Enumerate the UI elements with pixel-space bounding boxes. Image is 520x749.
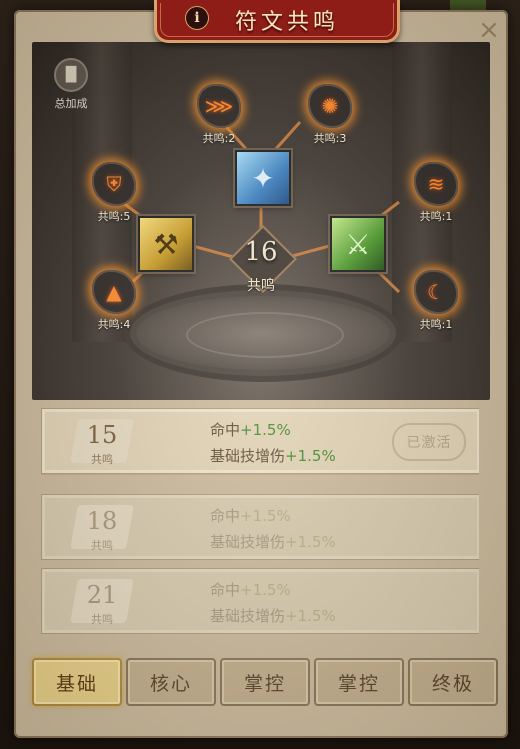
gold-rune-icon[interactable]: ⚒ — [138, 216, 194, 272]
tier-threshold-label: 共鸣 — [91, 453, 113, 466]
shield-icon: ⛨ — [106, 172, 122, 196]
rune-resonance-panel: i 符文共鸣 × ▐▌ 总加成 ⋙ 共鸣:2 ✺ 共鸣:3 ⛨ 共鸣:5 ≋ 共… — [14, 0, 508, 738]
node-label: 共鸣:5 — [97, 210, 131, 223]
node-label: 共鸣:2 — [202, 132, 236, 145]
tier-bonus-2: 基础技增伤+1.5% — [210, 445, 336, 466]
tier-bonus-1-text: 命中 — [210, 507, 241, 525]
node-label: 共鸣:3 — [313, 132, 347, 145]
tier-bonus-1-text: 命中 — [210, 421, 241, 439]
green-rune-icon[interactable]: ⚔ — [330, 216, 386, 272]
resonance-scene: ▐▌ 总加成 ⋙ 共鸣:2 ✺ 共鸣:3 ⛨ 共鸣:5 ≋ 共鸣:1 ▲ 共鸣:… — [32, 42, 490, 400]
resonance-node-swirl[interactable]: ✺ 共鸣:3 — [300, 84, 360, 146]
blue-rune-icon[interactable]: ✦ — [235, 150, 291, 206]
tier-bonus-1: 命中+1.5% — [210, 505, 291, 526]
tier-bonus-2: 基础技增伤+1.5% — [210, 531, 336, 552]
flame-icon: ▲ — [106, 280, 122, 304]
crescent-icon: ☾ — [427, 280, 445, 304]
tier-bonus-1-value: +1.5% — [240, 581, 291, 599]
title-banner: i 符文共鸣 — [154, 0, 400, 43]
tier-badge: 18 共鸣 — [52, 499, 152, 555]
tab-ultimate[interactable]: 终极 — [408, 658, 498, 706]
tier-bonus-2: 基础技增伤+1.5% — [210, 605, 336, 626]
resonance-node-flame[interactable]: ▲ 共鸣:4 — [84, 270, 144, 332]
panel-title: 符文共鸣 — [234, 10, 339, 35]
category-tabs: 基础 核心 掌控 掌控 终极 — [32, 656, 498, 706]
tier-threshold-label: 共鸣 — [91, 539, 113, 552]
bars-icon: ▐▌ — [54, 58, 88, 92]
tier-threshold: 21 — [86, 581, 118, 609]
core-resonance-value: 16 — [244, 237, 278, 267]
tier-row: 15 共鸣 命中+1.5% 基础技增伤+1.5% 已激活 — [41, 408, 479, 474]
resonance-core: 16 共鸣 — [228, 225, 297, 299]
tier-bonus-2-value: +1.5% — [285, 533, 336, 551]
tier-bonus-1: 命中+1.5% — [210, 579, 291, 600]
activated-stamp: 已激活 — [392, 423, 466, 461]
slash-icon: ≋ — [427, 172, 445, 196]
tier-badge: 21 共鸣 — [52, 573, 152, 629]
link-line — [273, 121, 302, 151]
total-bonus-label: 总加成 — [54, 97, 88, 110]
resonance-node-crescent[interactable]: ☾ 共鸣:1 — [406, 270, 466, 332]
tier-bonus-2-text: 基础技增伤 — [210, 607, 286, 625]
resonance-node-shield[interactable]: ⛨ 共鸣:5 — [84, 162, 144, 224]
tier-bonus-2-value: +1.5% — [285, 447, 336, 465]
close-icon[interactable]: × — [478, 17, 500, 43]
node-label: 共鸣:4 — [97, 318, 131, 331]
tier-bonus-1: 命中+1.5% — [210, 419, 291, 440]
info-icon[interactable]: i — [185, 6, 209, 30]
tab-control-2[interactable]: 掌控 — [314, 658, 404, 706]
tier-row: 18 共鸣 命中+1.5% 基础技增伤+1.5% — [41, 494, 479, 560]
tier-bonus-1-value: +1.5% — [240, 507, 291, 525]
tier-row: 21 共鸣 命中+1.5% 基础技增伤+1.5% — [41, 568, 479, 634]
node-label: 共鸣:1 — [419, 318, 453, 331]
tier-list[interactable]: 15 共鸣 命中+1.5% 基础技增伤+1.5% 已激活 18 共鸣 命中+1.… — [41, 408, 479, 646]
tab-core[interactable]: 核心 — [126, 658, 216, 706]
claw-icon: ⋙ — [204, 94, 234, 118]
tier-bonus-2-text: 基础技增伤 — [210, 533, 286, 551]
total-bonus-button[interactable]: ▐▌ 总加成 — [46, 58, 96, 111]
tier-threshold: 15 — [86, 421, 118, 449]
tab-control-1[interactable]: 掌控 — [220, 658, 310, 706]
resonance-node-claw[interactable]: ⋙ 共鸣:2 — [189, 84, 249, 146]
tier-badge: 15 共鸣 — [52, 413, 152, 469]
tier-bonus-1-text: 命中 — [210, 581, 241, 599]
tab-basic[interactable]: 基础 — [32, 658, 122, 706]
tier-bonus-1-value: +1.5% — [240, 421, 291, 439]
resonance-node-slash[interactable]: ≋ 共鸣:1 — [406, 162, 466, 224]
tier-threshold: 18 — [86, 507, 118, 535]
node-label: 共鸣:1 — [419, 210, 453, 223]
tier-bonus-2-value: +1.5% — [285, 607, 336, 625]
tier-threshold-label: 共鸣 — [91, 613, 113, 626]
tier-bonus-2-text: 基础技增伤 — [210, 447, 286, 465]
swirl-icon: ✺ — [321, 94, 339, 118]
core-resonance-label: 共鸣 — [247, 278, 275, 294]
